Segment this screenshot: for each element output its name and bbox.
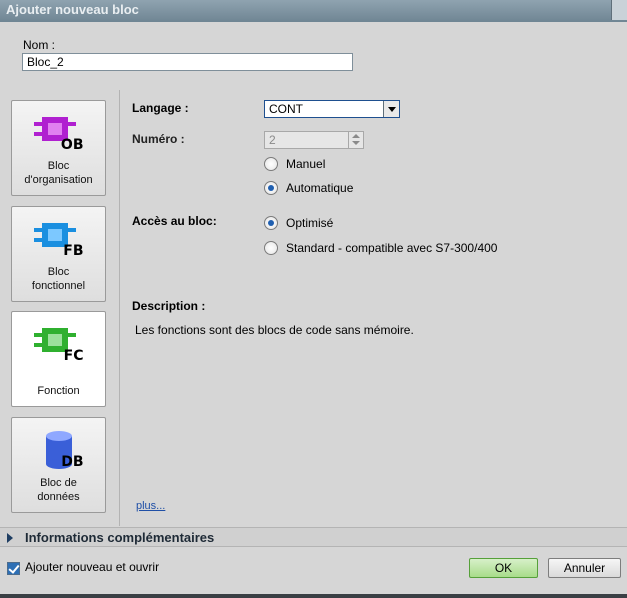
block-tile-db[interactable]: DB Bloc de données (11, 417, 106, 513)
description-text: Les fonctions sont des blocs de code san… (135, 323, 414, 337)
more-link[interactable]: plus... (136, 500, 165, 512)
chevron-down-icon[interactable] (383, 101, 399, 117)
block-label-line1: Bloc (47, 160, 70, 172)
function-block-icon: FB (33, 219, 84, 259)
add-and-open-checkbox[interactable] (7, 562, 20, 575)
title-bar: Ajouter nouveau bloc (0, 0, 627, 22)
block-label-line1: Bloc de (40, 477, 77, 489)
access-standard-radio[interactable] (264, 241, 278, 255)
block-label-line2: fonctionnel (31, 280, 86, 292)
window-title: Ajouter nouveau bloc (6, 2, 139, 17)
description-label: Description : (132, 299, 206, 313)
access-optimized-radio[interactable] (264, 216, 278, 230)
block-label-line2: d'organisation (24, 174, 93, 186)
fb-code: FB (63, 243, 84, 259)
block-tile-fb[interactable]: FB Bloc fonctionnel (11, 206, 106, 302)
number-manual-label: Manuel (286, 157, 326, 171)
block-tile-fc[interactable]: FC Fonction (11, 311, 106, 407)
ob-code: OB (60, 137, 84, 153)
number-stepper[interactable]: 2 (264, 131, 364, 149)
block-label-line2: données (37, 491, 80, 503)
cancel-button[interactable]: Annuler (548, 558, 621, 578)
additional-info-expander[interactable]: Informations complémentaires (0, 527, 627, 547)
dialog-footer: Ajouter nouveau et ouvrir OK Annuler (0, 548, 627, 594)
function-icon: FC (33, 324, 84, 364)
name-label: Nom : (23, 38, 56, 52)
data-block-icon: DB (34, 430, 84, 470)
name-input[interactable] (22, 53, 353, 71)
language-label: Langage : (132, 101, 189, 115)
language-value: CONT (269, 102, 303, 116)
block-label-line2: Fonction (37, 385, 80, 397)
block-settings-panel: Langage : CONT Numéro : 2 Manuel Automat… (121, 90, 627, 526)
number-value: 2 (269, 133, 276, 147)
number-automatic-radio[interactable] (264, 181, 278, 195)
db-code: DB (61, 454, 84, 470)
access-optimized-label: Optimisé (286, 216, 334, 230)
block-type-panel: OB Bloc d'organisation FB Bloc fonctionn… (0, 90, 120, 526)
access-standard-label: Standard - compatible avec S7-300/400 (286, 241, 498, 255)
language-select[interactable]: CONT (264, 100, 400, 118)
block-tile-ob[interactable]: OB Bloc d'organisation (11, 100, 106, 196)
organization-block-icon: OB (33, 113, 84, 153)
number-label: Numéro : (132, 132, 185, 146)
window-bottom-edge (0, 594, 627, 598)
number-automatic-label: Automatique (286, 181, 354, 195)
additional-info-label: Informations complémentaires (25, 530, 215, 545)
add-block-dialog: Ajouter nouveau bloc Nom : OB Bloc d'org… (0, 0, 627, 598)
fc-code: FC (63, 348, 84, 364)
close-button[interactable] (611, 0, 627, 20)
block-label-line1: Bloc (47, 266, 70, 278)
expand-arrow-icon[interactable] (7, 533, 13, 543)
add-and-open-label: Ajouter nouveau et ouvrir (25, 560, 160, 574)
spin-arrows-icon[interactable] (348, 132, 363, 148)
number-manual-radio[interactable] (264, 157, 278, 171)
access-label: Accès au bloc: (132, 214, 217, 228)
ok-button[interactable]: OK (469, 558, 538, 578)
